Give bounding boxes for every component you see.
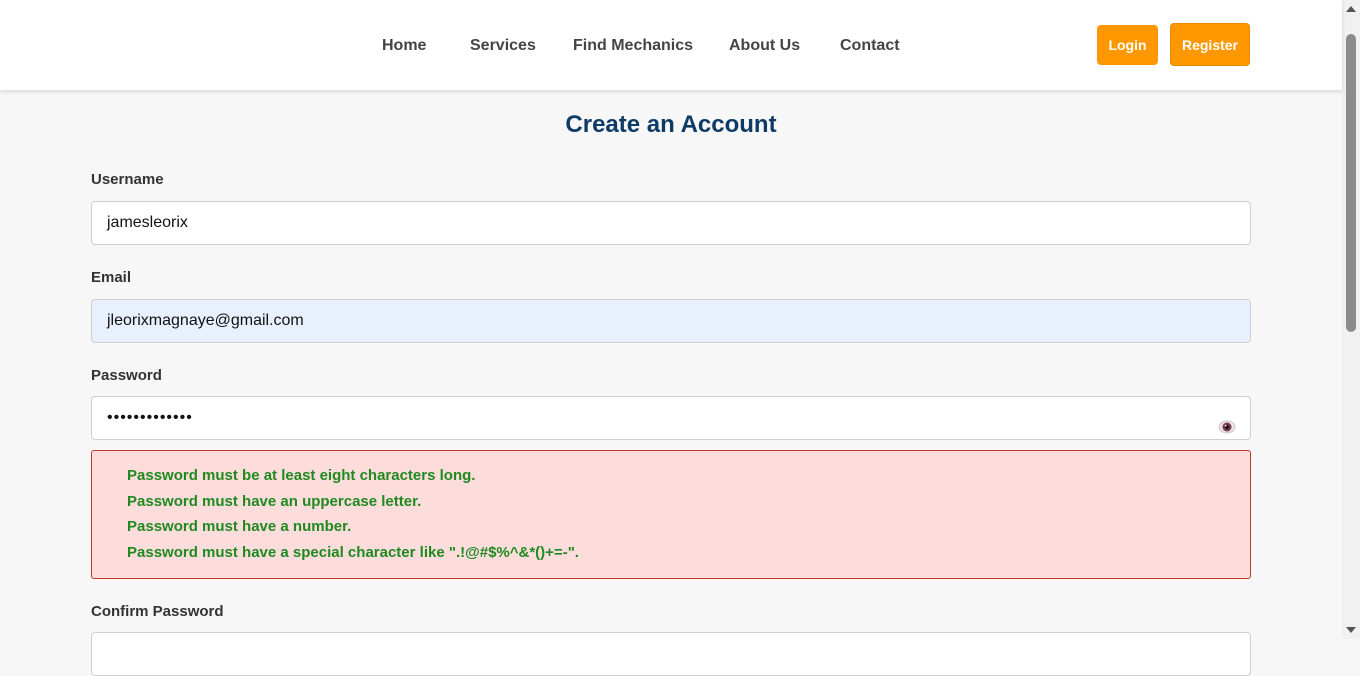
nav-link-services[interactable]: Services [470,36,536,56]
login-button[interactable]: Login [1097,25,1158,65]
error-number: Password must have a number. [127,518,352,535]
password-error-box: Password must be at least eight characte… [91,450,1251,579]
password-label: Password [91,367,162,384]
error-uppercase: Password must have an uppercase letter. [127,493,422,510]
confirm-password-label: Confirm Password [91,603,224,620]
nav-link-find-mechanics[interactable]: Find Mechanics [573,36,693,56]
email-label: Email [91,269,132,286]
page-scrollbar[interactable] [1342,0,1360,639]
username-label: Username [91,171,164,188]
navbar: Home Services Find Mechanics About Us Co… [0,0,1342,90]
error-special-char: Password must have a special character l… [127,544,579,561]
eye-icon[interactable] [1218,410,1236,434]
password-value: ••••••••••••• [107,409,193,426]
scroll-up-icon[interactable] [1346,6,1356,12]
nav-link-contact[interactable]: Contact [840,36,900,56]
scroll-down-icon[interactable] [1346,627,1356,633]
error-min-length: Password must be at least eight characte… [127,467,476,484]
register-form: Create an Account Username jamesleorix E… [0,90,1342,676]
page-title: Create an Account [565,111,777,138]
register-button[interactable]: Register [1170,23,1250,66]
scroll-thumb[interactable] [1346,34,1356,332]
nav-link-about-us[interactable]: About Us [729,36,800,56]
username-input[interactable]: jamesleorix [91,201,1251,245]
nav-link-home[interactable]: Home [382,36,426,56]
email-input[interactable]: jleorixmagnaye@gmail.com [91,299,1251,343]
password-input[interactable]: ••••••••••••• [91,396,1251,440]
